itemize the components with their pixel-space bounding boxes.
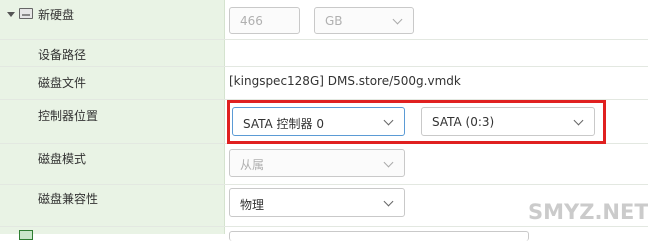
controller-icon <box>19 230 33 240</box>
expand-collapse-icon[interactable] <box>7 12 15 17</box>
chevron-down-icon <box>383 196 394 207</box>
row-disk-file: 磁盘文件 [kingspec128G] DMS.store/500g.vmdk <box>0 67 648 100</box>
disk-mode-select[interactable]: 从属 <box>229 149 405 177</box>
red-highlight-box <box>227 100 606 144</box>
disk-size-input[interactable]: 466 <box>229 7 300 34</box>
disk-file-label: 磁盘文件 <box>38 76 87 90</box>
disk-mode-label: 磁盘模式 <box>38 152 87 166</box>
chevron-down-icon <box>392 14 403 25</box>
disk-compat-label: 磁盘兼容性 <box>38 192 99 206</box>
row-new-disk: 新硬盘 466 GB <box>0 0 648 40</box>
chevron-down-icon <box>383 157 394 168</box>
disk-size-unit-select[interactable]: GB <box>314 7 414 34</box>
disk-compat-select[interactable]: 物理 <box>229 188 405 217</box>
watermark: SMYZ.NET <box>528 200 648 224</box>
row-device-path: 设备路径 <box>0 40 648 67</box>
row-disk-mode: 磁盘模式 从属 <box>0 144 648 185</box>
controller-location-label: 控制器位置 <box>38 109 99 123</box>
row-next-partial <box>0 227 648 241</box>
hard-disk-icon <box>19 8 33 19</box>
device-path-label: 设备路径 <box>38 48 87 62</box>
disk-title: 新硬盘 <box>38 8 75 22</box>
disk-file-value: [kingspec128G] DMS.store/500g.vmdk <box>229 74 461 88</box>
